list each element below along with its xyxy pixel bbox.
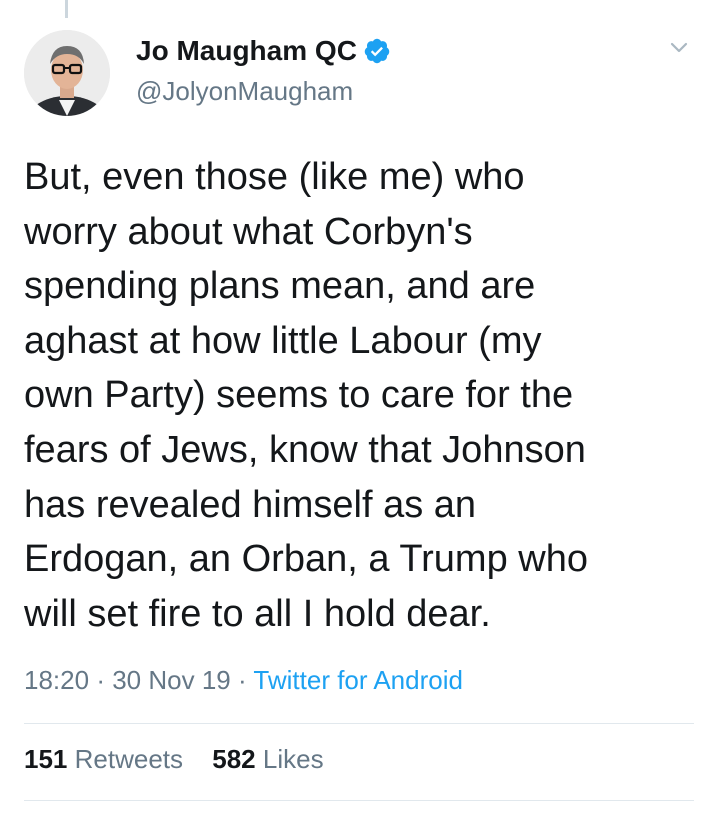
tweet-date[interactable]: 30 Nov 19: [112, 665, 231, 695]
likes-count: 582: [212, 744, 256, 774]
likes-label: Likes: [262, 744, 324, 774]
divider-bottom: [24, 800, 694, 801]
avatar-image: [24, 30, 110, 116]
chevron-down-icon[interactable]: [664, 32, 694, 62]
tweet-time[interactable]: 18:20: [24, 665, 89, 695]
avatar[interactable]: [24, 30, 110, 116]
tweet-stats: 151 Retweets 582 Likes: [24, 744, 346, 775]
author-block: Jo Maugham QC @JolyonMaugham: [136, 34, 391, 108]
tweet-source-link[interactable]: Twitter for Android: [253, 665, 463, 695]
retweets-stat[interactable]: 151 Retweets: [24, 744, 190, 774]
tweet-header: Jo Maugham QC @JolyonMaugham: [24, 30, 694, 120]
divider-top: [24, 723, 694, 724]
author-display-name[interactable]: Jo Maugham QC: [136, 34, 357, 68]
likes-stat[interactable]: 582 Likes: [212, 744, 323, 774]
meta-separator-2: ·: [237, 665, 247, 695]
thread-connector-line: [65, 0, 68, 18]
meta-separator: ·: [96, 665, 105, 695]
author-handle[interactable]: @JolyonMaugham: [136, 74, 391, 108]
author-name-row[interactable]: Jo Maugham QC: [136, 34, 391, 68]
tweet-text: But, even those (like me) who worry abou…: [24, 156, 588, 635]
tweet-meta: 18:20 · 30 Nov 19 · Twitter for Android: [24, 665, 463, 696]
retweets-label: Retweets: [74, 744, 184, 774]
retweets-count: 151: [24, 744, 68, 774]
verified-badge-icon: [363, 37, 391, 65]
